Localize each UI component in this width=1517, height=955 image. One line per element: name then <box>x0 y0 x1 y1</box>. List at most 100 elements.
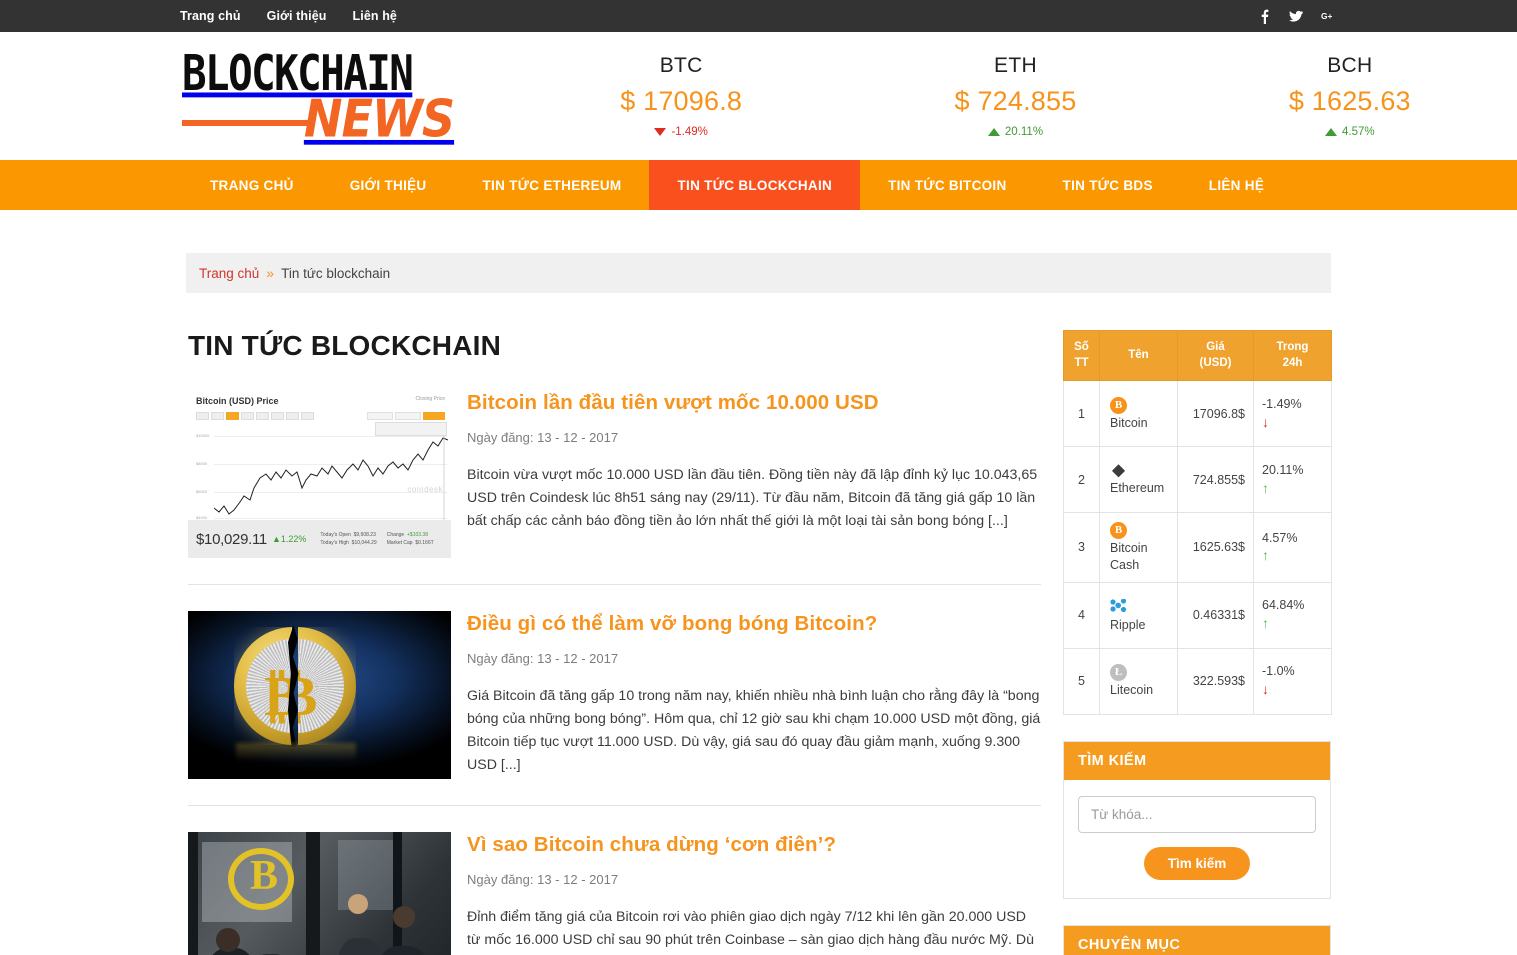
article-title: Điều gì có thể làm vỡ bong bóng Bitcoin? <box>467 611 1041 637</box>
cell-name: Ripple <box>1099 581 1178 649</box>
site-header: BLOCKCHAIN NEWS BTC $ 17096.8 -1.49% ETH… <box>0 32 1517 160</box>
ticker-change: 4.57% <box>1183 126 1517 138</box>
chart-current-pct: ▲1.22% <box>271 534 307 544</box>
breadcrumb: Trang chủ » Tin tức blockchain <box>186 253 1331 293</box>
broken-bitcoin-coin-image: ₿ ₿ <box>188 611 451 779</box>
table-header-price: Giá (USD) <box>1177 329 1254 382</box>
article-excerpt: Giá Bitcoin đã tăng gấp 10 trong năm nay… <box>467 687 1041 773</box>
search-button[interactable]: Tìm kiếm <box>1143 846 1251 880</box>
ticker-eth: ETH $ 724.855 20.11% <box>848 54 1182 138</box>
stat-label: Today's High <box>320 540 349 546</box>
stat-value: $0.166T <box>415 540 434 546</box>
ticker-price: $ 724.855 <box>954 86 1077 116</box>
arrow-up-icon: ↑ <box>1262 615 1269 632</box>
table-header-no: Số TT <box>1063 329 1100 382</box>
article-excerpt: Đỉnh điểm tăng giá của Bitcoin rơi vào p… <box>467 908 1034 955</box>
top-nav-item-home[interactable]: Trang chủ <box>180 9 241 23</box>
article-item: ₿ ₿ Điều gì có thể làm vỡ bong bóng Bitc… <box>188 584 1041 805</box>
litecoin-icon: Ł <box>1110 664 1127 682</box>
ticker-btc: BTC $ 17096.8 -1.49% <box>514 54 848 138</box>
cell-price: 322.593$ <box>1177 647 1254 715</box>
category-widget-title: CHUYÊN MỤC <box>1064 925 1330 955</box>
ticker-change-value: 4.57% <box>1342 126 1375 138</box>
svg-text:G+: G+ <box>1321 11 1333 21</box>
ticker-price: $ 1625.63 <box>1288 86 1411 116</box>
coin-left-half: ₿ <box>234 627 292 745</box>
ripple-icon <box>1110 597 1127 614</box>
table-row: 2 ◆ Ethereum 724.855$ 20.11% ↑ <box>1063 446 1332 514</box>
cell-name: B Bitcoin Cash <box>1099 512 1178 583</box>
cell-price: 724.855$ <box>1177 446 1254 514</box>
nav-item-tin-tuc-bds[interactable]: TIN TỨC BDS <box>1035 160 1181 210</box>
chart-legend: Closing Price <box>415 396 445 402</box>
article-list-column: TIN TỨC BLOCKCHAIN Bitcoin (USD) Price C… <box>186 330 1041 955</box>
table-header-name: Tên <box>1099 329 1178 382</box>
twitter-icon[interactable] <box>1289 8 1303 24</box>
stat-label: Market Cap <box>386 540 413 546</box>
nav-item-tin-tuc-ethereum[interactable]: TIN TỨC ETHEREUM <box>454 160 649 210</box>
top-nav-item-contact[interactable]: Liên hệ <box>353 9 397 23</box>
cell-no: 4 <box>1063 581 1100 649</box>
arrow-up-icon <box>1325 128 1338 136</box>
stat-value: $10,044.29 <box>351 540 377 546</box>
nav-item-trang-chu[interactable]: TRANG CHỦ <box>182 160 322 210</box>
bitcoin-logo-icon <box>228 848 294 910</box>
nav-item-tin-tuc-blockchain[interactable]: TIN TỨC BLOCKCHAIN <box>649 160 861 210</box>
chart-line <box>214 430 449 522</box>
breadcrumb-home[interactable]: Trang chủ <box>199 266 259 281</box>
stat-label: Today's Open <box>320 532 351 538</box>
article-title-link[interactable]: Bitcoin lần đầu tiên vượt mốc 10.000 USD <box>467 391 879 414</box>
nav-item-gioi-thieu[interactable]: GIỚI THIỆU <box>322 160 455 210</box>
page-content: Trang chủ » Tin tức blockchain TIN TỨC B… <box>0 210 1517 955</box>
ticker-price: $ 17096.8 <box>620 86 743 116</box>
nav-item-lien-he[interactable]: LIÊN HỆ <box>1181 160 1292 210</box>
article-thumbnail-exchange-photo[interactable] <box>188 832 451 955</box>
article-item: Bitcoin (USD) Price Closing Price $10000 <box>188 390 1041 584</box>
logo-bottom: NEWS <box>182 94 455 146</box>
bitcoin-cash-icon: B <box>1110 521 1127 539</box>
arrow-up-icon: ↑ <box>1262 479 1269 496</box>
site-logo[interactable]: BLOCKCHAIN NEWS <box>182 50 455 146</box>
chart-range-buttons <box>196 412 314 420</box>
article-title-link[interactable]: Vì sao Bitcoin chưa dừng ‘cơn điên’? <box>467 833 836 856</box>
ticker-bch: BCH $ 1625.63 4.57% <box>1183 54 1517 138</box>
article-title-link[interactable]: Điều gì có thể làm vỡ bong bóng Bitcoin? <box>467 612 877 635</box>
cell-no: 3 <box>1063 512 1100 583</box>
table-header-change: Trong 24h <box>1253 329 1332 382</box>
ticker-symbol: ETH <box>994 54 1037 77</box>
arrow-down-icon: ↓ <box>1262 681 1269 698</box>
social-links: G+ <box>1257 0 1335 32</box>
stat-label: Change <box>386 532 405 538</box>
article-item: Vì sao Bitcoin chưa dừng ‘cơn điên’? Ngà… <box>188 805 1041 955</box>
table-row: 4 Ripple 0.46331$ 64.84% ↑ <box>1063 581 1332 649</box>
bitcoin-icon: B <box>1110 396 1127 414</box>
stat-value: $9,908.23 <box>353 532 376 538</box>
cell-change: -1.49% ↓ <box>1253 380 1332 448</box>
logo-rule <box>182 120 309 126</box>
cell-change: 64.84% ↑ <box>1253 581 1332 649</box>
article-excerpt: Bitcoin vừa vượt mốc 10.000 USD lần đầu … <box>467 466 1038 529</box>
cell-change: 4.57% ↑ <box>1253 512 1332 583</box>
article-title: Vì sao Bitcoin chưa dừng ‘cơn điên’? <box>467 832 1041 858</box>
cell-no: 1 <box>1063 380 1100 448</box>
chart-current-price: $10,029.11 <box>196 530 267 548</box>
coin-reflection <box>236 743 356 761</box>
search-widget: TÌM KIẾM Tìm kiếm <box>1063 740 1331 899</box>
page-title: TIN TỨC BLOCKCHAIN <box>188 330 502 361</box>
cell-name: ◆ Ethereum <box>1099 446 1178 514</box>
breadcrumb-separator-icon: » <box>266 265 275 281</box>
nav-item-tin-tuc-bitcoin[interactable]: TIN TỨC BITCOIN <box>860 160 1034 210</box>
ticker-change: -1.49% <box>514 126 848 138</box>
ticker-symbol: BTC <box>659 54 703 77</box>
coin-right-half: ₿ <box>298 627 356 745</box>
cell-change: -1.0% ↓ <box>1253 647 1332 715</box>
top-nav: Trang chủ Giới thiệu Liên hệ <box>180 9 397 23</box>
google-plus-icon[interactable]: G+ <box>1321 8 1335 24</box>
table-row: 3 B Bitcoin Cash 1625.63$ 4.57% ↑ <box>1063 512 1332 583</box>
article-thumbnail-broken-coin[interactable]: ₿ ₿ <box>188 611 451 779</box>
article-thumbnail-coindesk-chart[interactable]: Bitcoin (USD) Price Closing Price $10000 <box>188 390 451 558</box>
facebook-icon[interactable] <box>1257 8 1271 24</box>
search-input[interactable] <box>1078 795 1316 833</box>
coindesk-price-chart-image: Bitcoin (USD) Price Closing Price $10000 <box>188 390 451 558</box>
top-nav-item-about[interactable]: Giới thiệu <box>267 9 327 23</box>
